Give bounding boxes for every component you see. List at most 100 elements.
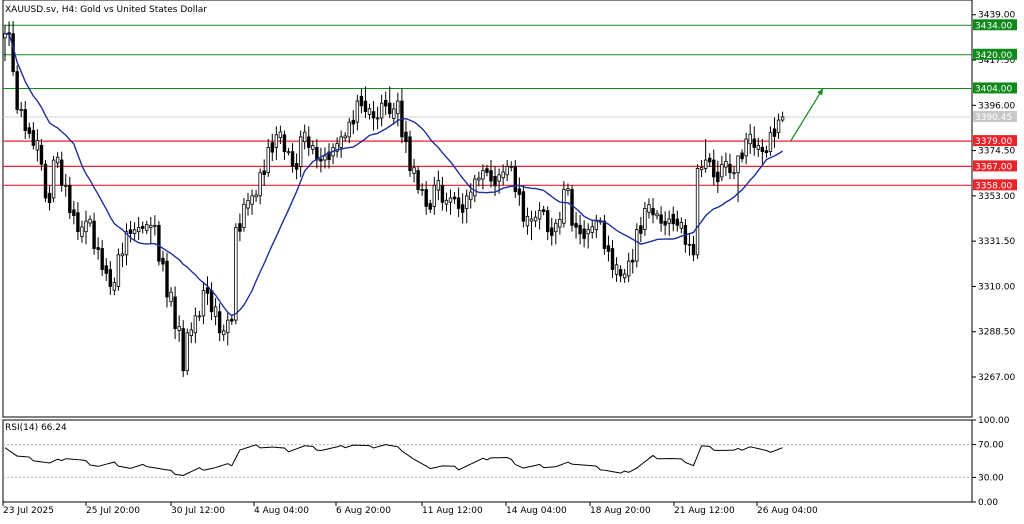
candle-body-bullish (347, 121, 351, 138)
candle[interactable] (635, 223, 639, 268)
candle-body-bearish (319, 158, 323, 162)
candle-body-bullish (80, 226, 84, 237)
candle-body-bullish (695, 168, 700, 256)
y-axis-tick-label: 3331.50 (978, 237, 1015, 247)
candle-body-bearish (606, 245, 611, 252)
candle-body-bearish (521, 191, 526, 222)
candle-body-bullish (622, 273, 627, 279)
price-chart-window[interactable]: RSI(14) 66.24 3439.00 3417.50 3396.00 3374.… (0, 0, 1024, 520)
candle-body-bearish (108, 269, 112, 287)
candle-body-bullish (396, 100, 400, 115)
x-axis-tick-label: 25 Jul 20:00 (86, 506, 140, 516)
candle-body-bearish (104, 265, 108, 274)
candle-body-bearish (452, 196, 457, 200)
candle-body-bullish (339, 136, 343, 148)
candle-body-bearish (493, 175, 497, 187)
candle-body-bearish (92, 220, 96, 249)
candle-body-bearish (578, 224, 582, 235)
candle[interactable] (43, 160, 48, 203)
candle-body-bullish (19, 109, 23, 111)
candle-body-bearish (485, 168, 489, 173)
candle-body-bearish (165, 260, 169, 298)
candle-body-bearish (238, 223, 242, 232)
x-axis-tick-label: 14 Aug 04:00 (506, 506, 567, 516)
candle-body-bearish (388, 102, 392, 115)
candle-body-bearish (618, 269, 623, 277)
candle-body-bearish (708, 157, 712, 163)
candle-body-bullish (558, 219, 562, 228)
candle[interactable] (408, 130, 412, 177)
candle-body-bullish (436, 180, 441, 191)
candle-body-bullish (627, 260, 631, 277)
x-axis-tick-label: 30 Jul 12:00 (171, 506, 225, 516)
green-level-label: 3420.00 (975, 51, 1012, 61)
candle-body-bearish (359, 95, 364, 107)
candle[interactable] (181, 320, 185, 377)
candle[interactable] (416, 166, 420, 194)
x-axis-tick-label: 23 Jul 2025 (3, 506, 54, 516)
candle-body-bearish (489, 170, 493, 182)
candle-body-bearish (408, 136, 412, 171)
candle-body-bearish (602, 220, 607, 249)
candle-body-bearish (209, 290, 214, 313)
candle-body-bearish (456, 197, 461, 209)
candle-body-bullish (748, 133, 752, 145)
candle-body-bullish (756, 145, 760, 150)
candle-body-bullish (667, 218, 671, 224)
candle-body-bullish (64, 184, 68, 187)
candle-body-bullish (687, 243, 692, 246)
candle-body-bullish (736, 155, 740, 174)
candle-body-bullish (379, 102, 384, 119)
candle-body-bullish (776, 119, 781, 134)
rsi-y-tick-label: 100.00 (978, 416, 1010, 426)
candle-body-bearish (671, 213, 675, 225)
x-axis-tick-label: 6 Aug 20:00 (336, 506, 391, 516)
candle[interactable] (116, 248, 121, 291)
candle-body-bearish (371, 111, 376, 119)
candle-body-bullish (84, 220, 88, 233)
green-level-label: 3404.00 (975, 84, 1012, 94)
candle-body-bearish (639, 225, 643, 234)
candle-body-bullish (703, 159, 708, 169)
candle-body-bullish (444, 199, 449, 205)
candle-body-bullish (448, 197, 453, 203)
candle-body-bearish (550, 227, 554, 236)
candle[interactable] (15, 65, 19, 114)
candle-body-bullish (699, 167, 704, 170)
chart-title: XAUUSD.sv, H4: Gold vs United States Dol… (5, 5, 207, 15)
candle-body-bearish (570, 189, 574, 226)
candle[interactable] (185, 328, 189, 375)
candle-body-bearish (428, 203, 432, 210)
candle-body-bullish (469, 191, 473, 201)
candle-body-bearish (663, 220, 667, 226)
candle-body-bearish (728, 163, 732, 174)
candle-body-bearish (610, 248, 615, 270)
candle-body-bearish (100, 248, 104, 270)
candle-body-bullish (136, 227, 141, 233)
y-axis-tick-label: 3267.00 (978, 373, 1015, 383)
candle-body-bullish (509, 165, 513, 168)
x-axis-tick-label: 4 Aug 04:00 (254, 506, 309, 516)
candle[interactable] (521, 185, 526, 228)
candle-body-bearish (424, 189, 428, 207)
candle-body-bullish (213, 306, 218, 317)
candle-body-bearish (691, 243, 696, 256)
y-axis-tick-label: 3310.00 (978, 282, 1015, 292)
candle[interactable] (570, 185, 574, 232)
candle-body-bearish (173, 296, 177, 329)
candle-body-bearish (96, 247, 100, 250)
candle-body-bearish (290, 151, 295, 167)
candle-body-bearish (712, 159, 716, 178)
candle[interactable] (51, 155, 56, 203)
candle[interactable] (695, 164, 700, 260)
chart-canvas[interactable]: RSI(14) 66.24 3439.003417.503396.003374.… (0, 0, 1024, 520)
candle-body-bearish (460, 204, 465, 213)
chart-background (0, 0, 1024, 520)
rsi-title: RSI(14) 66.24 (5, 423, 67, 433)
y-axis-tick-label: 3439.00 (978, 11, 1015, 21)
candle[interactable] (602, 214, 607, 255)
candle-body-bullish (554, 222, 558, 233)
candle-body-bearish (72, 209, 76, 216)
candle[interactable] (234, 223, 238, 325)
candle[interactable] (157, 221, 161, 266)
